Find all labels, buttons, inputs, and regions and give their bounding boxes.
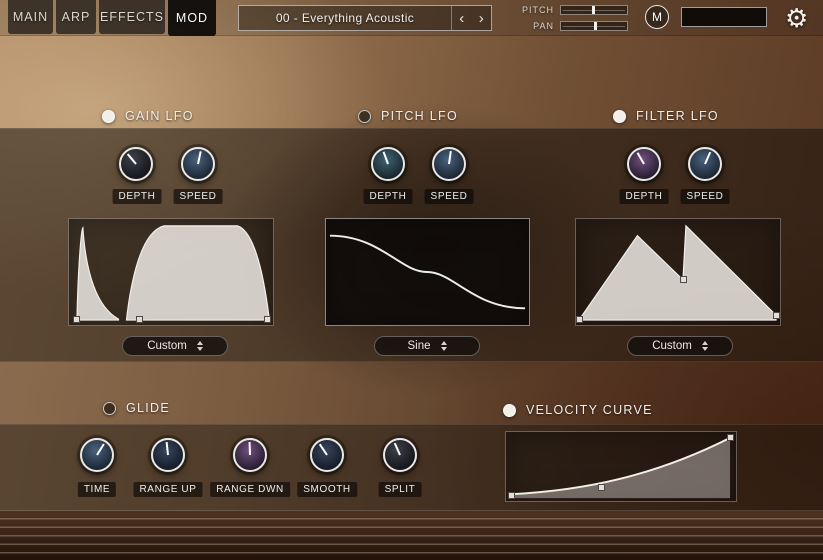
filter-depth-knob[interactable] [627, 147, 661, 181]
pitch-depth-knob[interactable] [371, 147, 405, 181]
chevron-up-down-icon [197, 341, 203, 351]
curve-handle[interactable] [73, 316, 80, 323]
pan-label: PAN [514, 21, 554, 31]
preset-next-icon[interactable]: › [479, 11, 484, 26]
pitch-lfo-title: PITCH LFO [358, 109, 458, 123]
filter-speed-label: SPEED [681, 189, 730, 204]
curve-handle[interactable] [680, 276, 687, 283]
pitch-lfo-toggle[interactable] [358, 110, 371, 123]
gain-waveform [69, 219, 273, 325]
filter-speed-knob[interactable] [688, 147, 722, 181]
mute-button[interactable]: M [645, 5, 669, 29]
chevron-up-down-icon [702, 341, 708, 351]
plugin-window: MAIN ARP EFFECTS MOD 00 - Everything Aco… [0, 0, 823, 560]
velocity-curve-toggle[interactable] [503, 404, 516, 417]
tab-arp[interactable]: ARP [56, 0, 96, 34]
gain-wave-display[interactable] [68, 218, 274, 326]
gain-speed-label: SPEED [174, 189, 223, 204]
filter-lfo-title: FILTER LFO [613, 109, 719, 123]
tab-main[interactable]: MAIN [8, 0, 53, 34]
tab-mod[interactable]: MOD [168, 0, 216, 36]
curve-handle[interactable] [576, 316, 583, 323]
knob-needle [432, 147, 466, 181]
velocity-curve-path [506, 432, 736, 501]
gain-lfo-toggle[interactable] [102, 110, 115, 123]
gain-depth-label: DEPTH [113, 189, 162, 204]
pitch-slider-handle[interactable] [592, 6, 595, 14]
pitch-speed-label: SPEED [425, 189, 474, 204]
velocity-curve-title-label: VELOCITY CURVE [526, 403, 653, 417]
glide-split-label: SPLIT [379, 482, 422, 497]
pitch-slider[interactable] [560, 5, 628, 15]
glide-range-down-knob[interactable] [233, 438, 267, 472]
knob-needle [152, 439, 185, 472]
preset-selector[interactable]: 00 - Everything Acoustic ‹ › [238, 5, 492, 31]
curve-handle[interactable] [773, 312, 780, 319]
filter-wave-display[interactable] [575, 218, 781, 326]
filter-lfo-title-label: FILTER LFO [636, 109, 719, 123]
glide-smooth-label: SMOOTH [297, 482, 357, 497]
glide-time-knob[interactable] [80, 438, 114, 472]
pitch-waveform [326, 219, 529, 325]
preset-arrows: ‹ › [451, 6, 491, 30]
chevron-up-down-icon [441, 341, 447, 351]
knob-needle [234, 439, 265, 470]
gain-depth-knob[interactable] [119, 147, 153, 181]
glide-range-up-knob[interactable] [151, 438, 185, 472]
filter-waveform [576, 219, 780, 325]
preset-prev-icon[interactable]: ‹ [459, 11, 464, 26]
pitch-label: PITCH [514, 5, 554, 15]
gain-lfo-title: GAIN LFO [102, 109, 194, 123]
filter-lfo-toggle[interactable] [613, 110, 626, 123]
gain-lfo-title-label: GAIN LFO [125, 109, 194, 123]
pitch-speed-knob[interactable] [432, 147, 466, 181]
curve-handle[interactable] [727, 434, 734, 441]
pitch-lfo-title-label: PITCH LFO [381, 109, 458, 123]
tab-effects[interactable]: EFFECTS [99, 0, 165, 34]
filter-wave-select-value: Custom [652, 340, 692, 352]
glide-time-label: TIME [78, 482, 116, 497]
gain-speed-knob[interactable] [181, 147, 215, 181]
gain-wave-select-value: Custom [147, 340, 187, 352]
glide-title-label: GLIDE [126, 401, 170, 415]
curve-handle[interactable] [264, 316, 271, 323]
glide-range-up-label: RANGE UP [133, 482, 202, 497]
pitch-wave-select[interactable]: Sine [374, 336, 480, 356]
filter-wave-select[interactable]: Custom [627, 336, 733, 356]
preset-name: 00 - Everything Acoustic [239, 11, 451, 25]
knob-needle [180, 146, 216, 182]
curve-handle[interactable] [598, 484, 605, 491]
pitch-wave-display[interactable] [325, 218, 530, 326]
gain-wave-select[interactable]: Custom [122, 336, 228, 356]
velocity-curve-title: VELOCITY CURVE [503, 403, 653, 417]
glide-title: GLIDE [103, 401, 170, 415]
settings-gear-icon[interactable]: ⚙ [785, 3, 808, 33]
pitch-depth-label: DEPTH [364, 189, 413, 204]
filter-depth-label: DEPTH [620, 189, 669, 204]
glide-split-knob[interactable] [383, 438, 417, 472]
level-meter [681, 7, 767, 27]
curve-handle[interactable] [508, 492, 515, 499]
glide-smooth-knob[interactable] [310, 438, 344, 472]
guitar-strings-photo [0, 511, 823, 560]
glide-toggle[interactable] [103, 402, 116, 415]
pan-slider[interactable] [560, 21, 628, 31]
curve-handle[interactable] [136, 316, 143, 323]
pan-slider-handle[interactable] [594, 22, 597, 30]
glide-range-down-label: RANGE DWN [210, 482, 290, 497]
velocity-curve-display[interactable] [505, 431, 737, 502]
pitch-wave-select-value: Sine [407, 340, 430, 352]
